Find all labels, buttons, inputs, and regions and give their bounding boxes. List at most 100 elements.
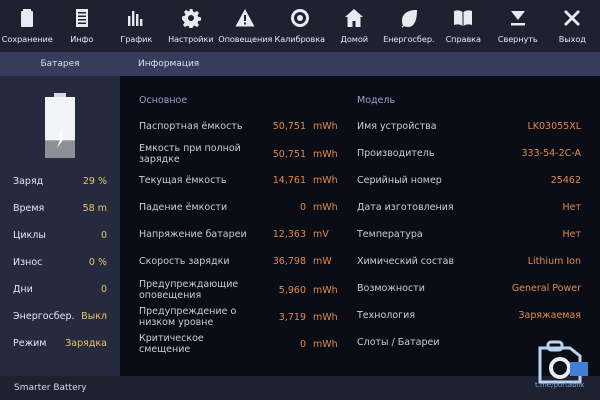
battery-stats: Заряд 29 % Время 58 m Циклы 0 Износ 0 % … [13, 168, 107, 357]
model-row: Химический состав Lithium Ion [357, 256, 581, 267]
stat-value: 0 % [88, 257, 107, 268]
model-row: Серийный номер 25462 [357, 175, 581, 186]
main-row-label: Емкость при полной зарядке [139, 143, 241, 165]
model-row-label: Серийный номер [357, 175, 442, 186]
stat-label: Заряд [13, 176, 44, 187]
stat-value: Зарядка [65, 338, 107, 349]
model-row: Температура Нет [357, 229, 581, 240]
main-row-unit: mW [313, 256, 332, 267]
model-row-value: 333-54-2C-A [521, 148, 581, 159]
stat-label: Энергосбер. [13, 311, 75, 322]
settings-label: Настройки [168, 34, 214, 44]
battery-level-icon [45, 93, 75, 158]
stat-value: 0 [100, 230, 107, 241]
tab-battery[interactable]: Батарея [0, 52, 120, 76]
save-label: Сохранение [1, 34, 53, 44]
model-row-value: LK03055XL [527, 121, 581, 132]
model-row-label: Химический состав [357, 256, 455, 267]
battery-icon [21, 9, 34, 27]
stat-value: 29 % [82, 176, 107, 187]
main-row-unit: mWh [313, 175, 338, 186]
main-section-title: Основное [139, 95, 188, 106]
model-row: Возможности General Power [357, 283, 581, 294]
main-row-label: Предупреждающие оповещения [139, 279, 239, 301]
minimize-label: Свернуть [497, 34, 538, 44]
stat-value: 58 m [82, 203, 107, 214]
info-content: Основное Паспортная ёмкость 50,751 mWh Е… [120, 76, 600, 376]
main-row: Предупреждение о низком уровне 3,719 mWh [139, 306, 339, 328]
stat-value: Выкл [81, 311, 107, 322]
stat-mode: Режим Зарядка [13, 330, 107, 357]
model-row-value: General Power [511, 283, 581, 294]
help-label: Справка [445, 34, 481, 44]
stat-days: Дни 0 [13, 276, 107, 303]
stat-power-saving: Энергосбер. Выкл [13, 303, 107, 330]
main-row-value: 0 [299, 338, 306, 350]
help-button[interactable]: Справка [436, 0, 491, 52]
model-row-value: Заряжаемая [518, 310, 581, 321]
model-row-label: Имя устройства [357, 121, 437, 132]
main-row-label: Падение ёмкости [139, 202, 228, 213]
battery-graphic [44, 93, 76, 162]
info-button[interactable]: Инфо [55, 0, 110, 52]
save-button[interactable]: Сохранение [0, 0, 55, 52]
leaf-icon [401, 10, 417, 28]
book-icon [454, 10, 473, 26]
stat-cycles: Циклы 0 [13, 222, 107, 249]
calibration-button[interactable]: Калибровка [273, 0, 328, 52]
main-row: Скорость зарядки 36,798 mW [139, 256, 339, 267]
model-row-label: Производитель [357, 148, 435, 159]
main-row-value: 50,751 [272, 148, 306, 160]
main-row-value: 0 [299, 202, 306, 213]
model-row-label: Возможности [357, 283, 425, 294]
info-label: Инфо [70, 34, 94, 44]
model-row: Дата изготовления Нет [357, 202, 581, 213]
watermark-text: t.me/portablik [535, 381, 585, 389]
main-row-label: Скорость зарядки [139, 256, 230, 267]
main-row-value: 50,751 [272, 121, 306, 132]
stat-label: Циклы [13, 230, 46, 241]
alerts-button[interactable]: Оповещения [218, 0, 273, 52]
target-icon [290, 9, 309, 27]
main-row: Падение ёмкости 0 mWh [139, 202, 339, 213]
main-row-unit: mWh [313, 121, 338, 132]
stat-label: Время [13, 203, 45, 214]
document-icon [75, 9, 88, 27]
model-row: Имя устройства LK03055XL [357, 121, 581, 132]
home-button[interactable]: Домой [327, 0, 382, 52]
chart-button[interactable]: График [109, 0, 164, 52]
main-row-value: 14,761 [272, 175, 306, 186]
home-label: Домой [340, 34, 369, 44]
power-saving-label: Енергосбер. [383, 34, 435, 44]
status-bar: Smarter Battery [0, 376, 600, 400]
model-row-value: Нет [562, 202, 581, 213]
model-row-value: 25462 [550, 175, 581, 186]
minimize-button[interactable]: Свернуть [491, 0, 546, 52]
main-row: Паспортная ёмкость 50,751 mWh [139, 121, 339, 132]
main-row-unit: mV [313, 229, 329, 240]
power-saving-button[interactable]: Енергосбер. [382, 0, 437, 52]
model-row-value: Нет [562, 229, 581, 240]
gear-icon [181, 9, 201, 28]
stat-wear: Износ 0 % [13, 249, 107, 276]
exit-label: Выход [558, 34, 586, 44]
settings-button[interactable]: Настройки [164, 0, 219, 52]
model-row-label: Слоты / Батареи [357, 337, 440, 348]
main-row-label: Паспортная ёмкость [139, 121, 243, 132]
model-row-value: Lithium Ion [527, 256, 581, 267]
warning-icon [235, 9, 255, 27]
chart-label: График [120, 34, 153, 44]
model-section-title: Модель [357, 95, 396, 106]
battery-panel: Заряд 29 % Время 58 m Циклы 0 Износ 0 % … [0, 76, 120, 376]
main-row-value: 5,960 [278, 284, 306, 296]
main-row-label: Напряжение батареи [139, 229, 247, 240]
main-row: Напряжение батареи 12,363 mV [139, 229, 339, 240]
main-row-value: 12,363 [272, 229, 306, 240]
tab-info[interactable]: Информация [120, 52, 199, 76]
model-row-label: Технология [357, 310, 416, 321]
stat-label: Режим [13, 338, 47, 349]
main-row-label: Текущая ёмкость [139, 175, 227, 186]
home-icon [345, 9, 364, 27]
alerts-label: Оповещения [218, 34, 273, 44]
exit-button[interactable]: Выход [545, 0, 600, 52]
